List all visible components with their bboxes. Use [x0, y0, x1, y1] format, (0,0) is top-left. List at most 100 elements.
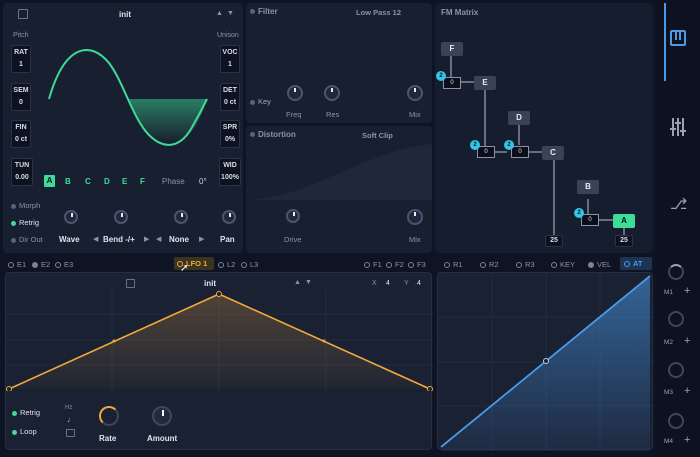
fm-value-ba[interactable]: 0: [581, 214, 599, 226]
fm-badge-1[interactable]: 2: [436, 71, 446, 81]
fm-node-f[interactable]: F: [441, 42, 463, 56]
fm-node-b[interactable]: B: [577, 180, 599, 194]
bend-next-icon[interactable]: ▶: [144, 235, 149, 243]
dirout-toggle[interactable]: Dir Out: [11, 235, 43, 244]
fm-value-ec[interactable]: 0: [477, 146, 495, 158]
param-spr[interactable]: SPR 0%: [220, 120, 240, 148]
bend-knob[interactable]: [114, 210, 128, 224]
macro-add-1[interactable]: +: [684, 285, 690, 297]
bend-label[interactable]: Bend -/+: [103, 235, 135, 244]
filter-type[interactable]: Low Pass 12: [356, 8, 401, 17]
distortion-type[interactable]: Soft Clip: [362, 131, 393, 140]
fm-badge-2[interactable]: 2: [470, 140, 480, 150]
param-det[interactable]: DET 0 ct: [220, 83, 240, 111]
mod-tab-f1[interactable]: F1: [364, 260, 382, 269]
pan-knob[interactable]: [222, 210, 236, 224]
fm-node-a[interactable]: A: [613, 214, 635, 228]
macro-add-4[interactable]: +: [684, 434, 690, 446]
fm-badge-4[interactable]: 2: [574, 208, 584, 218]
amount-knob[interactable]: [152, 406, 172, 426]
fm-node-c[interactable]: C: [542, 146, 564, 160]
aftertouch-curve[interactable]: [438, 273, 654, 451]
fm-output-c[interactable]: 25: [545, 235, 563, 247]
note-icon[interactable]: ♩: [67, 415, 75, 424]
preset-next-icon[interactable]: ▼: [227, 10, 234, 17]
param-rat[interactable]: RAT 1: [11, 45, 31, 73]
osc-tab-a[interactable]: A: [44, 175, 55, 187]
grid-y-value[interactable]: 4: [417, 280, 421, 287]
distortion-toggle[interactable]: Distortion: [250, 130, 296, 139]
mod-tab-r3[interactable]: R3: [516, 260, 535, 269]
mod-tab-r2[interactable]: R2: [480, 260, 499, 269]
hz-label: Hz: [65, 405, 73, 411]
fm-value-dc[interactable]: 0: [511, 146, 529, 158]
fm-value-fe[interactable]: 0: [443, 77, 461, 89]
filter-mix-knob[interactable]: [407, 85, 423, 101]
osc-preset-name[interactable]: init: [119, 10, 131, 19]
mod-next-icon[interactable]: ▶: [199, 235, 204, 243]
dist-mix-knob[interactable]: [407, 209, 423, 225]
param-wid[interactable]: WID 100%: [219, 158, 241, 186]
mod-tab-e2[interactable]: E2: [32, 260, 50, 269]
param-voc[interactable]: VOC 1: [220, 45, 240, 73]
osc-tab-c[interactable]: C: [85, 177, 91, 186]
lfo-preset-next-icon[interactable]: ▼: [305, 279, 312, 286]
macro-add-3[interactable]: +: [684, 385, 690, 397]
osc-tab-e[interactable]: E: [122, 177, 127, 186]
osc-tab-f[interactable]: F: [140, 177, 145, 186]
none-knob[interactable]: [174, 210, 188, 224]
macro-knob-4[interactable]: [668, 413, 684, 429]
lfo-tab-3[interactable]: L3: [241, 260, 258, 269]
cable-icon[interactable]: ⎇: [670, 196, 688, 214]
lfo-save-icon[interactable]: [126, 279, 135, 288]
mod-tab-key[interactable]: KEY: [551, 260, 575, 269]
mod-tab-at[interactable]: AT: [620, 257, 652, 270]
morph-toggle[interactable]: Morph: [11, 201, 40, 210]
mod-tab-vel[interactable]: VEL: [588, 260, 611, 269]
lfo-graph[interactable]: [6, 289, 433, 391]
lfo-retrig-toggle[interactable]: Retrig: [12, 408, 40, 417]
param-tun[interactable]: TUN 0.00: [11, 158, 33, 186]
fm-node-d[interactable]: D: [508, 111, 530, 125]
keyboard-icon[interactable]: [670, 30, 686, 46]
preset-prev-icon[interactable]: ▲: [216, 10, 223, 17]
macro-knob-2[interactable]: [668, 311, 684, 327]
mod-tab-e3[interactable]: E3: [55, 260, 73, 269]
macro-knob-1[interactable]: [668, 264, 684, 280]
phase-value[interactable]: 0°: [199, 177, 207, 186]
filter-key-toggle[interactable]: Key: [250, 97, 271, 106]
sync-icon[interactable]: [66, 429, 75, 437]
waveform-display[interactable]: [39, 23, 215, 175]
fm-output-a[interactable]: 25: [615, 235, 633, 247]
grid-x-value[interactable]: 4: [386, 280, 390, 287]
retrig-toggle[interactable]: Retrig: [11, 218, 39, 227]
osc-tab-d[interactable]: D: [104, 177, 110, 186]
lfo-preset-prev-icon[interactable]: ▲: [294, 279, 301, 286]
mixer-icon[interactable]: [670, 118, 686, 136]
mod-prev-icon[interactable]: ◀: [156, 235, 161, 243]
res-knob[interactable]: [324, 85, 340, 101]
lfo-loop-toggle[interactable]: Loop: [12, 427, 37, 436]
freq-knob[interactable]: [287, 85, 303, 101]
rate-knob[interactable]: [99, 406, 119, 426]
mod-tab-f3[interactable]: F3: [408, 260, 426, 269]
filter-toggle[interactable]: Filter: [250, 7, 278, 16]
lfo-tab-2[interactable]: L2: [218, 260, 235, 269]
param-fin[interactable]: FIN 0 ct: [11, 120, 31, 148]
mod-tab-r1[interactable]: R1: [444, 260, 463, 269]
param-sem[interactable]: SEM 0: [11, 83, 31, 111]
mod-tab-e1[interactable]: E1: [8, 260, 26, 269]
macro-add-2[interactable]: +: [684, 335, 690, 347]
save-icon[interactable]: [18, 9, 28, 19]
bend-prev-icon[interactable]: ◀: [93, 235, 98, 243]
lfo-preset-name[interactable]: init: [204, 279, 216, 288]
morph-label: Morph: [19, 201, 41, 210]
mod-tab-f2[interactable]: F2: [386, 260, 404, 269]
fm-node-e[interactable]: E: [474, 76, 496, 90]
mod-source-label[interactable]: None: [169, 235, 189, 244]
wave-knob[interactable]: [64, 210, 78, 224]
macro-knob-3[interactable]: [668, 362, 684, 378]
fm-badge-3[interactable]: 2: [504, 140, 514, 150]
drive-knob[interactable]: [286, 209, 300, 223]
osc-tab-b[interactable]: B: [65, 177, 71, 186]
